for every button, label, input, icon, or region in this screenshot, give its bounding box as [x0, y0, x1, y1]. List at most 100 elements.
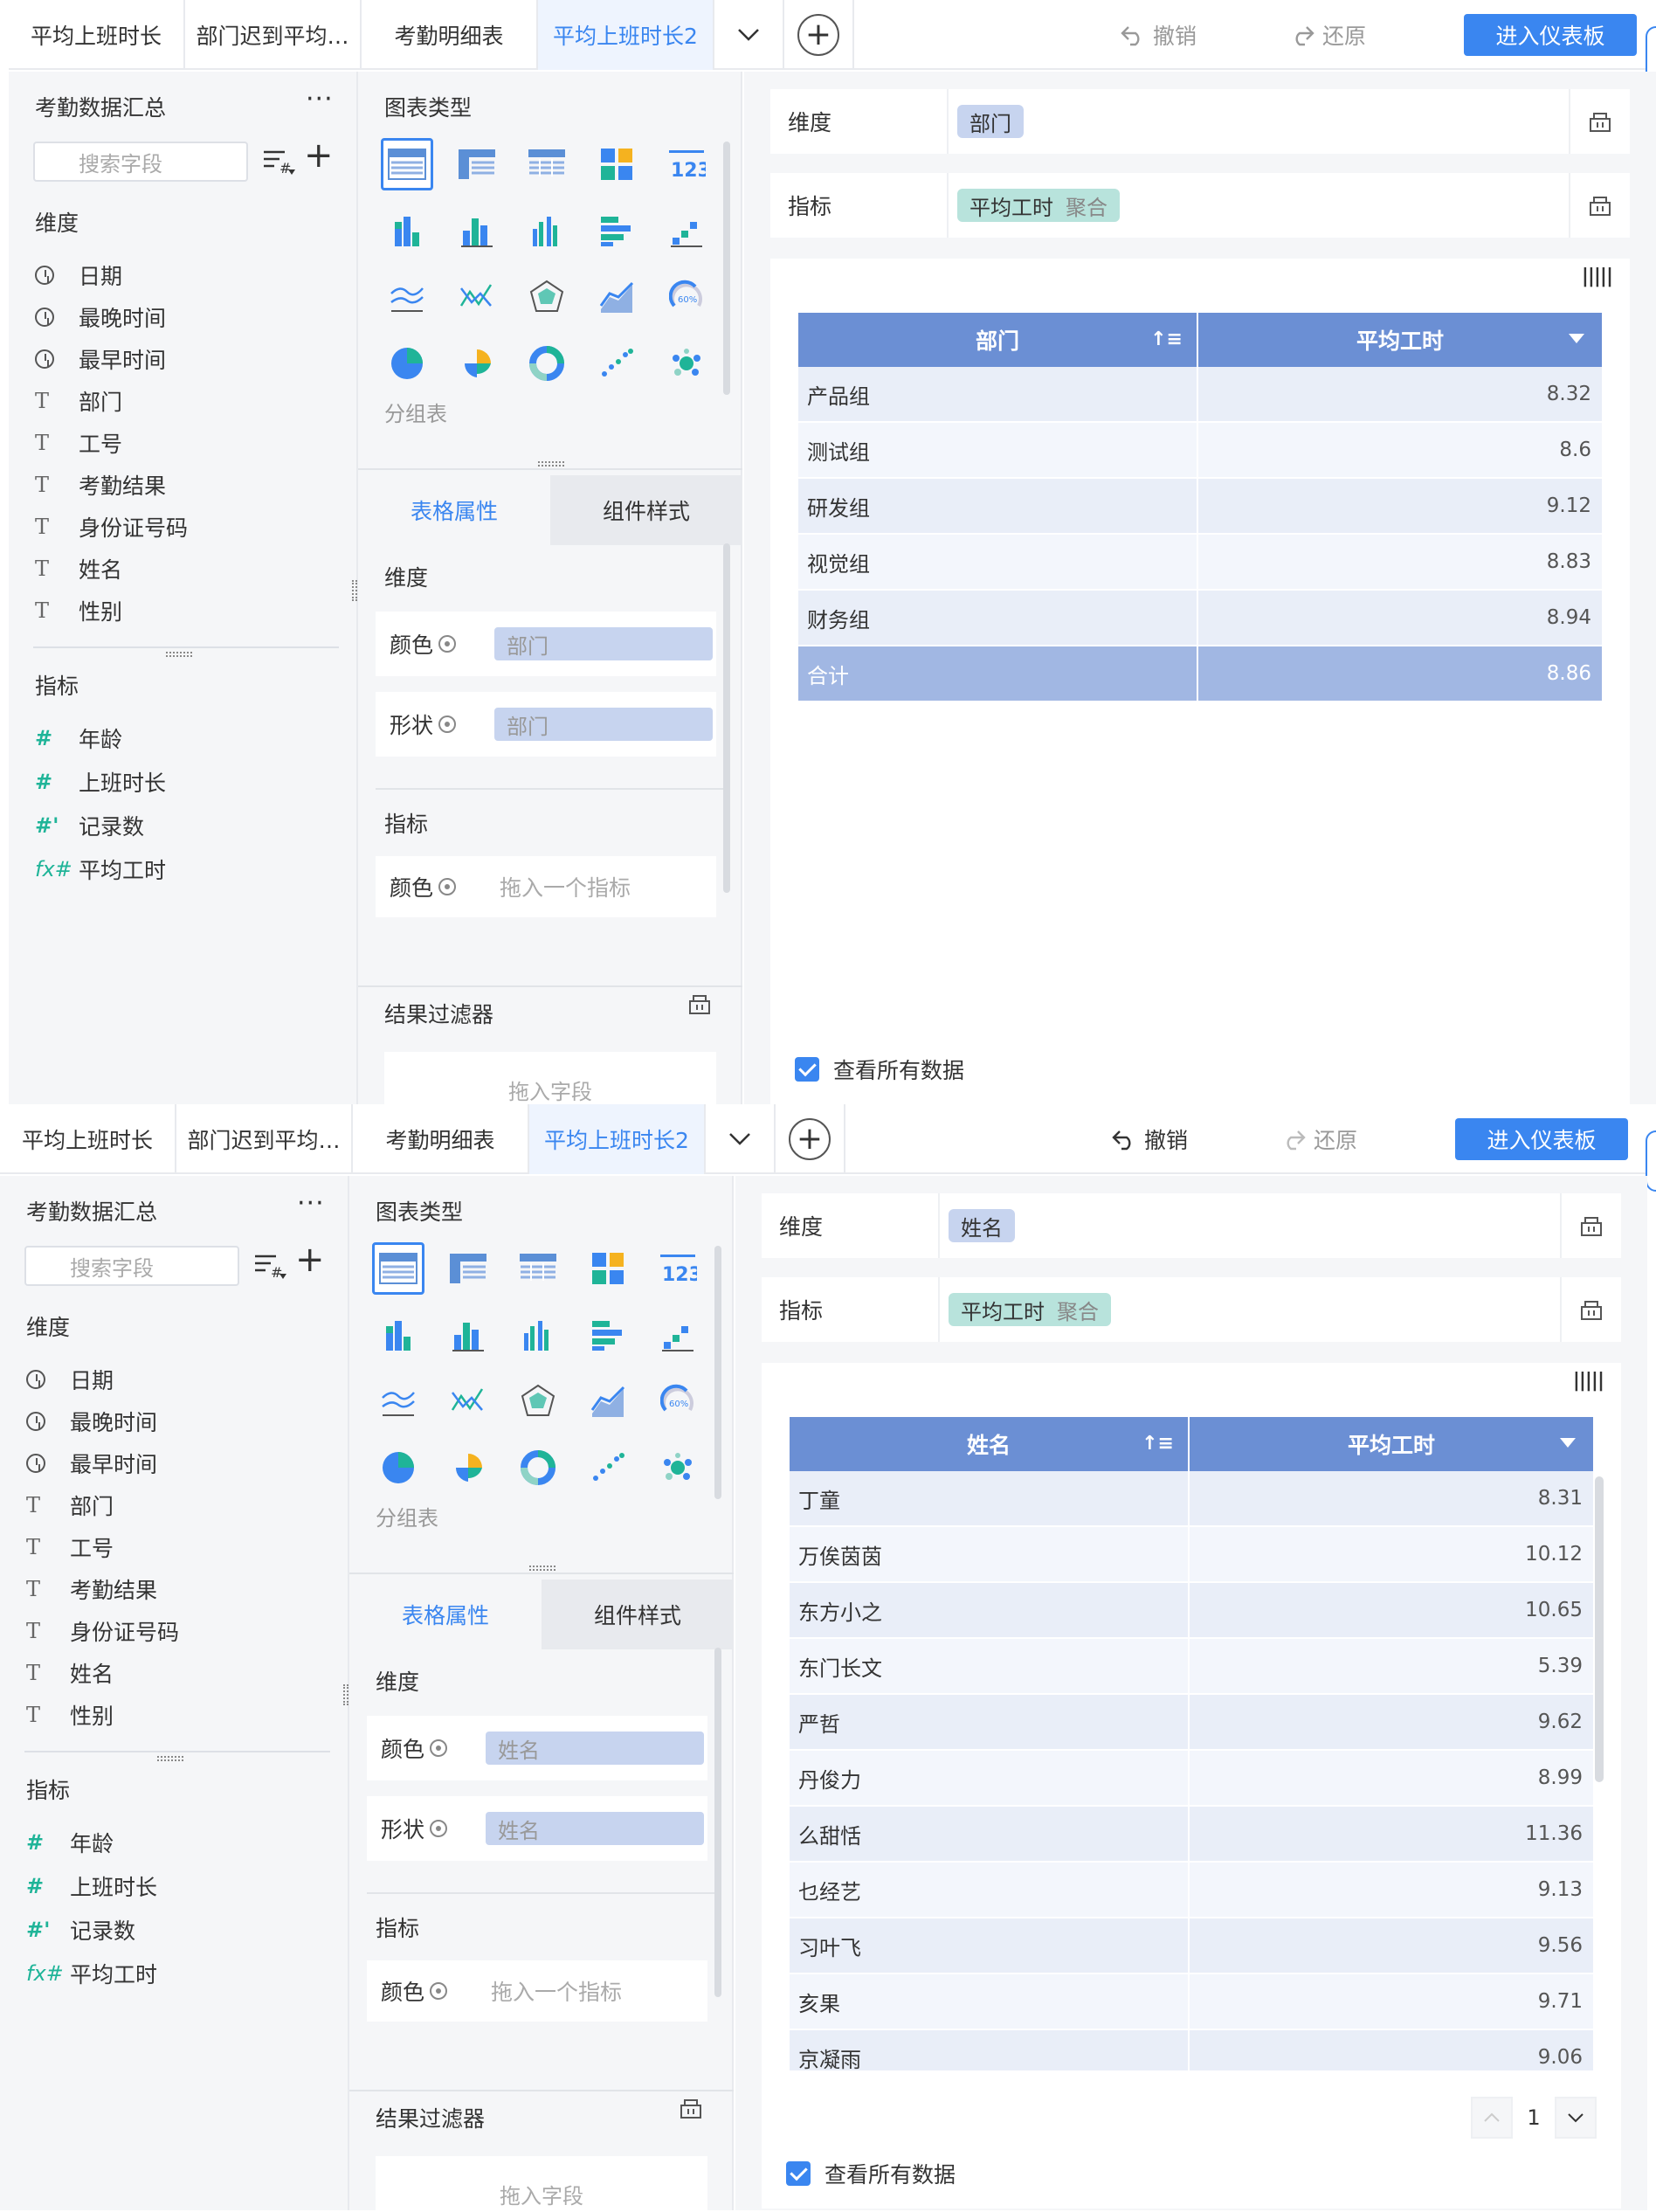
- gauge-icon[interactable]: 60%: [652, 1375, 704, 1427]
- donut-chart-icon[interactable]: [512, 1441, 564, 1494]
- filter-icon[interactable]: [678, 2095, 704, 2125]
- measure-color-property[interactable]: 颜色 拖入一个指标: [376, 856, 716, 917]
- view-all-data-checkbox[interactable]: 查看所有数据: [795, 1054, 964, 1085]
- column-header-avg-hours[interactable]: 平均工时: [1198, 313, 1602, 367]
- field-name[interactable]: T 姓名: [26, 1653, 114, 1693]
- shape-property[interactable]: 形状 姓名: [367, 1796, 707, 1861]
- caret-down-icon[interactable]: [1560, 1438, 1576, 1448]
- waterfall-icon[interactable]: [652, 1309, 704, 1361]
- rose-chart-icon[interactable]: [442, 1441, 494, 1494]
- shape-field-pill[interactable]: 部门: [494, 708, 713, 741]
- chevron-down-icon[interactable]: [706, 1104, 776, 1174]
- column-header-department[interactable]: 部门 ↑≡: [798, 313, 1198, 367]
- filter-drop-zone[interactable]: 拖入字段: [384, 1052, 716, 1106]
- scatter-icon[interactable]: [590, 337, 643, 390]
- table-chart-icon[interactable]: [372, 1242, 424, 1295]
- line-chart-icon[interactable]: [451, 271, 503, 323]
- field-earliest-time[interactable]: 最早时间: [35, 339, 166, 379]
- redo-button[interactable]: 还原: [1289, 0, 1366, 70]
- view-all-data-checkbox[interactable]: 查看所有数据: [786, 2158, 956, 2189]
- detail-table-icon[interactable]: [512, 1242, 564, 1295]
- field-name[interactable]: T 姓名: [35, 549, 122, 589]
- more-icon[interactable]: ···: [306, 84, 334, 114]
- kpi-blocks-icon[interactable]: [590, 138, 643, 190]
- rose-chart-icon[interactable]: [451, 337, 503, 390]
- table-row[interactable]: 习叶飞 9.56: [790, 1918, 1593, 1974]
- barcode-icon[interactable]: |||||: [1573, 1370, 1604, 1392]
- field-age[interactable]: # 年龄: [26, 1822, 114, 1863]
- field-latest-time[interactable]: 最晚时间: [35, 297, 166, 337]
- gear-icon[interactable]: [430, 1739, 448, 1757]
- add-tab-button[interactable]: +: [784, 0, 854, 70]
- grouped-bar-icon[interactable]: [512, 1309, 564, 1361]
- table-chart-icon[interactable]: [381, 138, 433, 190]
- measure-color-property[interactable]: 颜色 拖入一个指标: [367, 1960, 707, 2022]
- property-scrollbar[interactable]: [714, 1648, 721, 1997]
- area-line-icon[interactable]: [381, 271, 433, 323]
- table-scrollbar[interactable]: [1595, 1476, 1604, 1782]
- resize-grip[interactable]: [538, 461, 564, 467]
- redo-button[interactable]: 还原: [1280, 1104, 1357, 1174]
- property-scrollbar[interactable]: [723, 543, 730, 893]
- panel-resize-grip[interactable]: [352, 580, 357, 601]
- table-row[interactable]: 产品组 8.32: [798, 367, 1602, 423]
- radar-chart-icon[interactable]: [521, 271, 573, 323]
- gear-icon[interactable]: [430, 1982, 448, 2000]
- dimension-shelf[interactable]: 维度 部门: [770, 89, 1630, 154]
- field-record-count[interactable]: #' 记录数: [26, 1910, 135, 1950]
- chart-type-scrollbar[interactable]: [723, 142, 730, 395]
- next-page-button[interactable]: [1555, 2097, 1597, 2139]
- gauge-icon[interactable]: 60%: [660, 271, 713, 323]
- waterfall-icon[interactable]: [660, 204, 713, 257]
- gear-icon[interactable]: [438, 878, 457, 895]
- field-latest-time[interactable]: 最晚时间: [26, 1401, 157, 1441]
- color-field-pill[interactable]: 姓名: [486, 1732, 704, 1765]
- bar-chart-icon[interactable]: [451, 204, 503, 257]
- gear-icon[interactable]: [438, 635, 457, 653]
- tab-dept-late-avg[interactable]: 部门迟到平均…: [176, 1104, 353, 1174]
- horizontal-bar-icon[interactable]: [582, 1309, 634, 1361]
- sort-fields-icon[interactable]: #: [262, 147, 295, 178]
- table-row[interactable]: 东门长文 5.39: [790, 1639, 1593, 1695]
- enter-dashboard-button[interactable]: 进入仪表板: [1455, 1118, 1628, 1160]
- kpi-blocks-icon[interactable]: [582, 1242, 634, 1295]
- panel-resize-grip[interactable]: [343, 1684, 348, 1705]
- area-chart-icon[interactable]: [590, 271, 643, 323]
- resize-grip[interactable]: [157, 1756, 183, 1761]
- filter-icon[interactable]: [1560, 1277, 1621, 1342]
- color-field-pill[interactable]: 部门: [494, 627, 713, 660]
- sort-fields-icon[interactable]: #: [253, 1251, 286, 1282]
- line-chart-icon[interactable]: [442, 1375, 494, 1427]
- filter-icon[interactable]: [1569, 89, 1630, 154]
- tab-dept-late-avg[interactable]: 部门迟到平均…: [185, 0, 362, 70]
- bubble-icon[interactable]: [652, 1441, 704, 1494]
- table-row[interactable]: 测试组 8.6: [798, 423, 1602, 479]
- checkbox-checked-icon[interactable]: [786, 2161, 811, 2186]
- scatter-icon[interactable]: [582, 1441, 634, 1494]
- undo-button[interactable]: 撤销: [1120, 0, 1197, 70]
- radar-chart-icon[interactable]: [512, 1375, 564, 1427]
- add-field-icon[interactable]: +: [295, 1242, 325, 1277]
- field-attendance-result[interactable]: T 考勤结果: [26, 1569, 157, 1609]
- search-input[interactable]: 搜索字段: [24, 1246, 239, 1286]
- shape-field-pill[interactable]: 姓名: [486, 1812, 704, 1845]
- tab-avg-work-hours[interactable]: 平均上班时长: [0, 1104, 176, 1174]
- table-row[interactable]: 亥果 9.71: [790, 1974, 1593, 2030]
- tab-component-style[interactable]: 组件样式: [542, 1580, 734, 1649]
- caret-down-icon[interactable]: [1569, 334, 1584, 343]
- tab-table-properties[interactable]: 表格属性: [358, 475, 550, 545]
- checkbox-checked-icon[interactable]: [795, 1057, 819, 1082]
- measure-pill[interactable]: 平均工时 聚合: [949, 1293, 1111, 1326]
- number-card-icon[interactable]: 123: [660, 138, 713, 190]
- dimension-pill[interactable]: 姓名: [949, 1209, 1015, 1242]
- field-employee-id[interactable]: T 工号: [26, 1527, 114, 1567]
- stacked-bar-icon[interactable]: [372, 1309, 424, 1361]
- field-avg-hours[interactable]: fx# 平均工时: [35, 849, 166, 889]
- table-row[interactable]: 视觉组 8.83: [798, 535, 1602, 591]
- prev-page-button[interactable]: [1471, 2097, 1513, 2139]
- tab-table-properties[interactable]: 表格属性: [349, 1580, 542, 1649]
- detail-table-icon[interactable]: [521, 138, 573, 190]
- cross-table-icon[interactable]: [442, 1242, 494, 1295]
- sort-icon[interactable]: ↑≡: [1142, 1433, 1174, 1455]
- field-work-hours[interactable]: # 上班时长: [26, 1866, 157, 1906]
